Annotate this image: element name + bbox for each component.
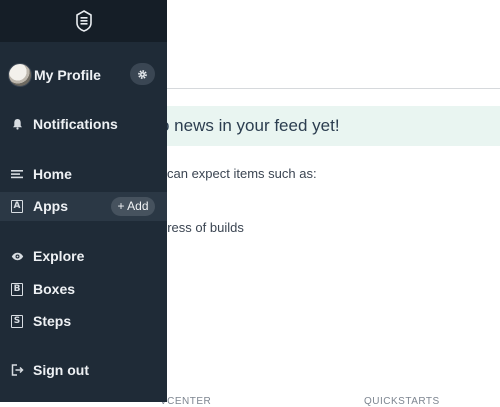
avatar[interactable] (8, 63, 32, 87)
sidebar-item-label: Sign out (33, 362, 89, 378)
eye-icon (10, 249, 24, 263)
steps-letter: S (11, 314, 23, 328)
bitrise-logo-icon[interactable] (75, 10, 93, 32)
sidebar-item-notifications[interactable]: Notifications (0, 110, 167, 138)
sidebar-item-explore[interactable]: Explore (0, 242, 167, 270)
sidebar-item-signout[interactable]: Sign out (0, 356, 167, 384)
gear-icon (138, 69, 147, 79)
bell-icon (10, 117, 24, 131)
sidebar-topbar (0, 0, 167, 42)
steps-letter-icon: S (10, 314, 24, 328)
sidebar-item-home[interactable]: Home (0, 160, 167, 188)
sidebar-item-label: Explore (33, 248, 85, 264)
feed-example-progress: gress of builds (160, 220, 244, 235)
sidebar-item-label: Notifications (33, 116, 118, 132)
boxes-letter-icon: B (10, 282, 24, 296)
add-app-button[interactable]: + Add (111, 197, 155, 216)
boxes-letter: B (11, 282, 23, 296)
profile-settings-button[interactable] (130, 63, 155, 85)
apps-letter-icon: A (10, 199, 24, 213)
apps-letter: A (11, 199, 23, 213)
sidebar-item-apps[interactable]: A Apps + Add (0, 192, 167, 221)
sidebar-item-boxes[interactable]: B Boxes (0, 275, 167, 303)
profile-label: My Profile (34, 67, 101, 83)
sidebar-item-label: Home (33, 166, 72, 182)
sidebar-item-label: Apps (33, 198, 68, 214)
sidebar-item-label: Steps (33, 313, 72, 329)
sidebar: My Profile Notifications Home A Apps + A… (0, 0, 167, 402)
sidebar-item-steps[interactable]: S Steps (0, 307, 167, 335)
menu-lines-icon (10, 167, 24, 181)
feed-intro-text: can expect items such as: (167, 166, 317, 181)
sign-out-icon (10, 363, 24, 377)
sidebar-item-profile[interactable]: My Profile (0, 60, 167, 90)
sidebar-item-label: Boxes (33, 281, 76, 297)
